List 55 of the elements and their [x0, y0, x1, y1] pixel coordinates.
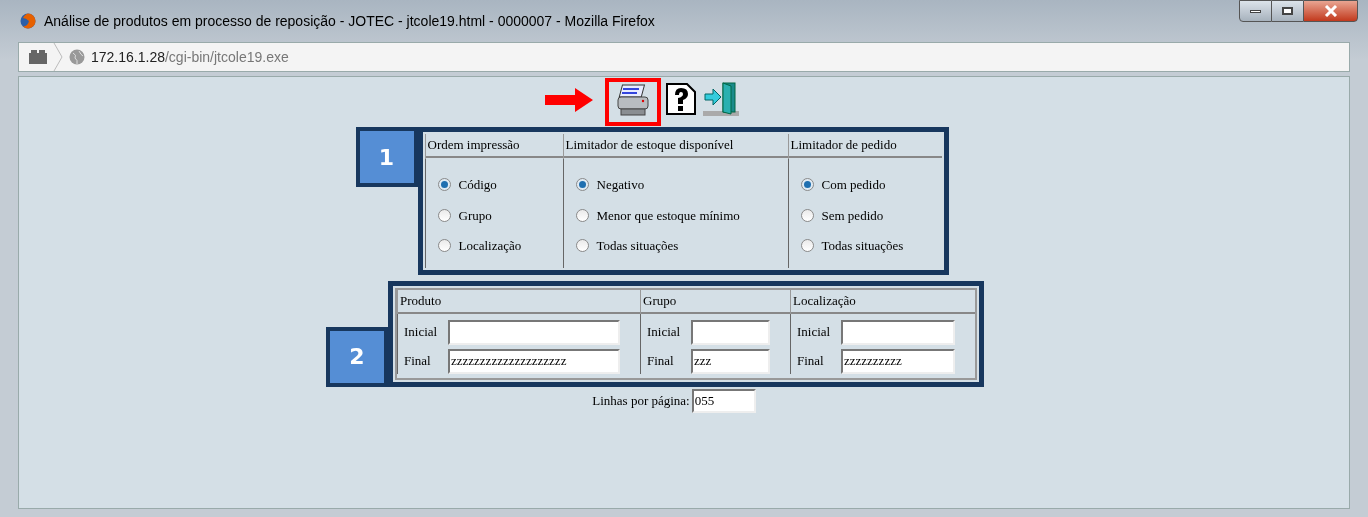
text-field[interactable]: [691, 319, 770, 345]
column-header: Grupo: [641, 289, 790, 314]
radio-button[interactable]: [575, 208, 589, 222]
printer-icon[interactable]: [615, 83, 651, 117]
field-label: Inicial: [647, 323, 682, 342]
radio-label: Grupo: [458, 206, 492, 225]
tab-group-icon: [29, 50, 47, 64]
globe-icon: [69, 49, 85, 65]
lines-per-page-field[interactable]: 055: [691, 388, 756, 413]
field-label: Final: [797, 352, 825, 371]
radio-button[interactable]: [437, 208, 451, 222]
column-header: Localização: [791, 289, 975, 314]
text-field[interactable]: [448, 319, 620, 345]
radio-label: Todas situações: [596, 237, 679, 255]
text-field[interactable]: zzz: [691, 348, 770, 374]
radio-label: Sem pedido: [821, 206, 884, 225]
lines-per-page-label: Linhas por página:: [592, 391, 690, 410]
help-icon[interactable]: [665, 82, 697, 116]
radio-button[interactable]: [575, 178, 589, 192]
callout-badge: 1: [355, 127, 418, 187]
radio-button[interactable]: [437, 239, 451, 253]
exit-door-icon[interactable]: [701, 81, 741, 117]
field-label: Inicial: [797, 323, 832, 342]
text-field[interactable]: zzzzzzzzzz: [841, 348, 955, 374]
column-header: Limitador de pedido: [788, 134, 942, 158]
radio-button[interactable]: [437, 178, 451, 192]
text-field[interactable]: [841, 319, 955, 345]
radio-button[interactable]: [800, 239, 814, 253]
minimize-button[interactable]: [1239, 0, 1272, 22]
radio-label: Menor que estoque mínimo: [596, 206, 740, 225]
callout-badge: 2: [326, 326, 388, 387]
maximize-button[interactable]: [1272, 0, 1303, 22]
address-bar[interactable]: 172.16.1.28/cgi-bin/jtcole19.exe: [18, 42, 1350, 72]
radio-button[interactable]: [800, 178, 814, 192]
radio-button[interactable]: [800, 208, 814, 222]
text-field[interactable]: zzzzzzzzzzzzzzzzzzzz: [448, 348, 620, 374]
column-header: Limitador de estoque disponível: [563, 134, 788, 158]
window-title: Análise de produtos em processo de reposição - JOTEC - jtcole19.html - 0000007 - Mozilla Firefox: [44, 11, 655, 31]
radio-label: Com pedido: [821, 176, 886, 194]
radio-label: Todas situações: [821, 237, 904, 255]
radio-label: Localização: [458, 237, 522, 255]
field-label: Final: [404, 352, 432, 371]
column-header: Produto: [398, 289, 640, 314]
radio-label: Código: [458, 176, 497, 194]
close-icon: [1323, 5, 1338, 17]
pointer-arrow-icon: [545, 88, 593, 112]
firefox-logo-icon: [20, 13, 36, 29]
radio-button[interactable]: [575, 239, 589, 253]
close-button[interactable]: [1303, 0, 1358, 22]
field-label: Final: [647, 352, 675, 371]
url-text: 172.16.1.28/cgi-bin/jtcole19.exe: [91, 47, 289, 67]
breadcrumb-chevron-icon: [53, 43, 63, 71]
field-label: Inicial: [404, 323, 439, 342]
column-header: Ordem impressão: [425, 134, 563, 158]
radio-label: Negativo: [596, 176, 645, 194]
